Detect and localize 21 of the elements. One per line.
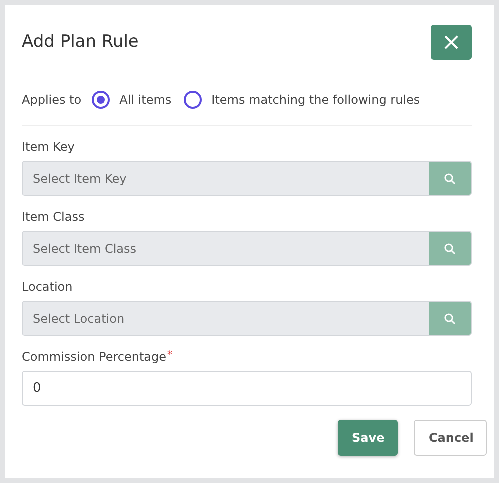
- search-icon: [444, 172, 456, 184]
- applies-to-label: Applies to: [22, 93, 82, 107]
- search-icon: [444, 312, 456, 324]
- search-button[interactable]: [429, 232, 471, 265]
- field-label: Commission Percentage: [22, 350, 167, 364]
- field-label: Location: [22, 280, 73, 294]
- required-mark: *: [168, 350, 173, 363]
- save-button[interactable]: Save: [338, 420, 398, 456]
- search-icon: [444, 242, 456, 254]
- search-button[interactable]: [429, 302, 471, 335]
- field-label: Item Class: [22, 210, 85, 224]
- radio-label[interactable]: All items: [120, 93, 172, 107]
- dialog-title: Add Plan Rule: [22, 32, 139, 52]
- radio-button[interactable]: [92, 91, 110, 109]
- cancel-button[interactable]: Cancel: [414, 420, 487, 456]
- radio-label[interactable]: Items matching the following rules: [212, 93, 420, 107]
- radio-button[interactable]: [184, 91, 202, 109]
- field-label: Item Key: [22, 140, 75, 154]
- search-button[interactable]: [429, 162, 471, 195]
- close-button[interactable]: ×: [431, 24, 472, 60]
- input-field[interactable]: 0: [22, 371, 472, 406]
